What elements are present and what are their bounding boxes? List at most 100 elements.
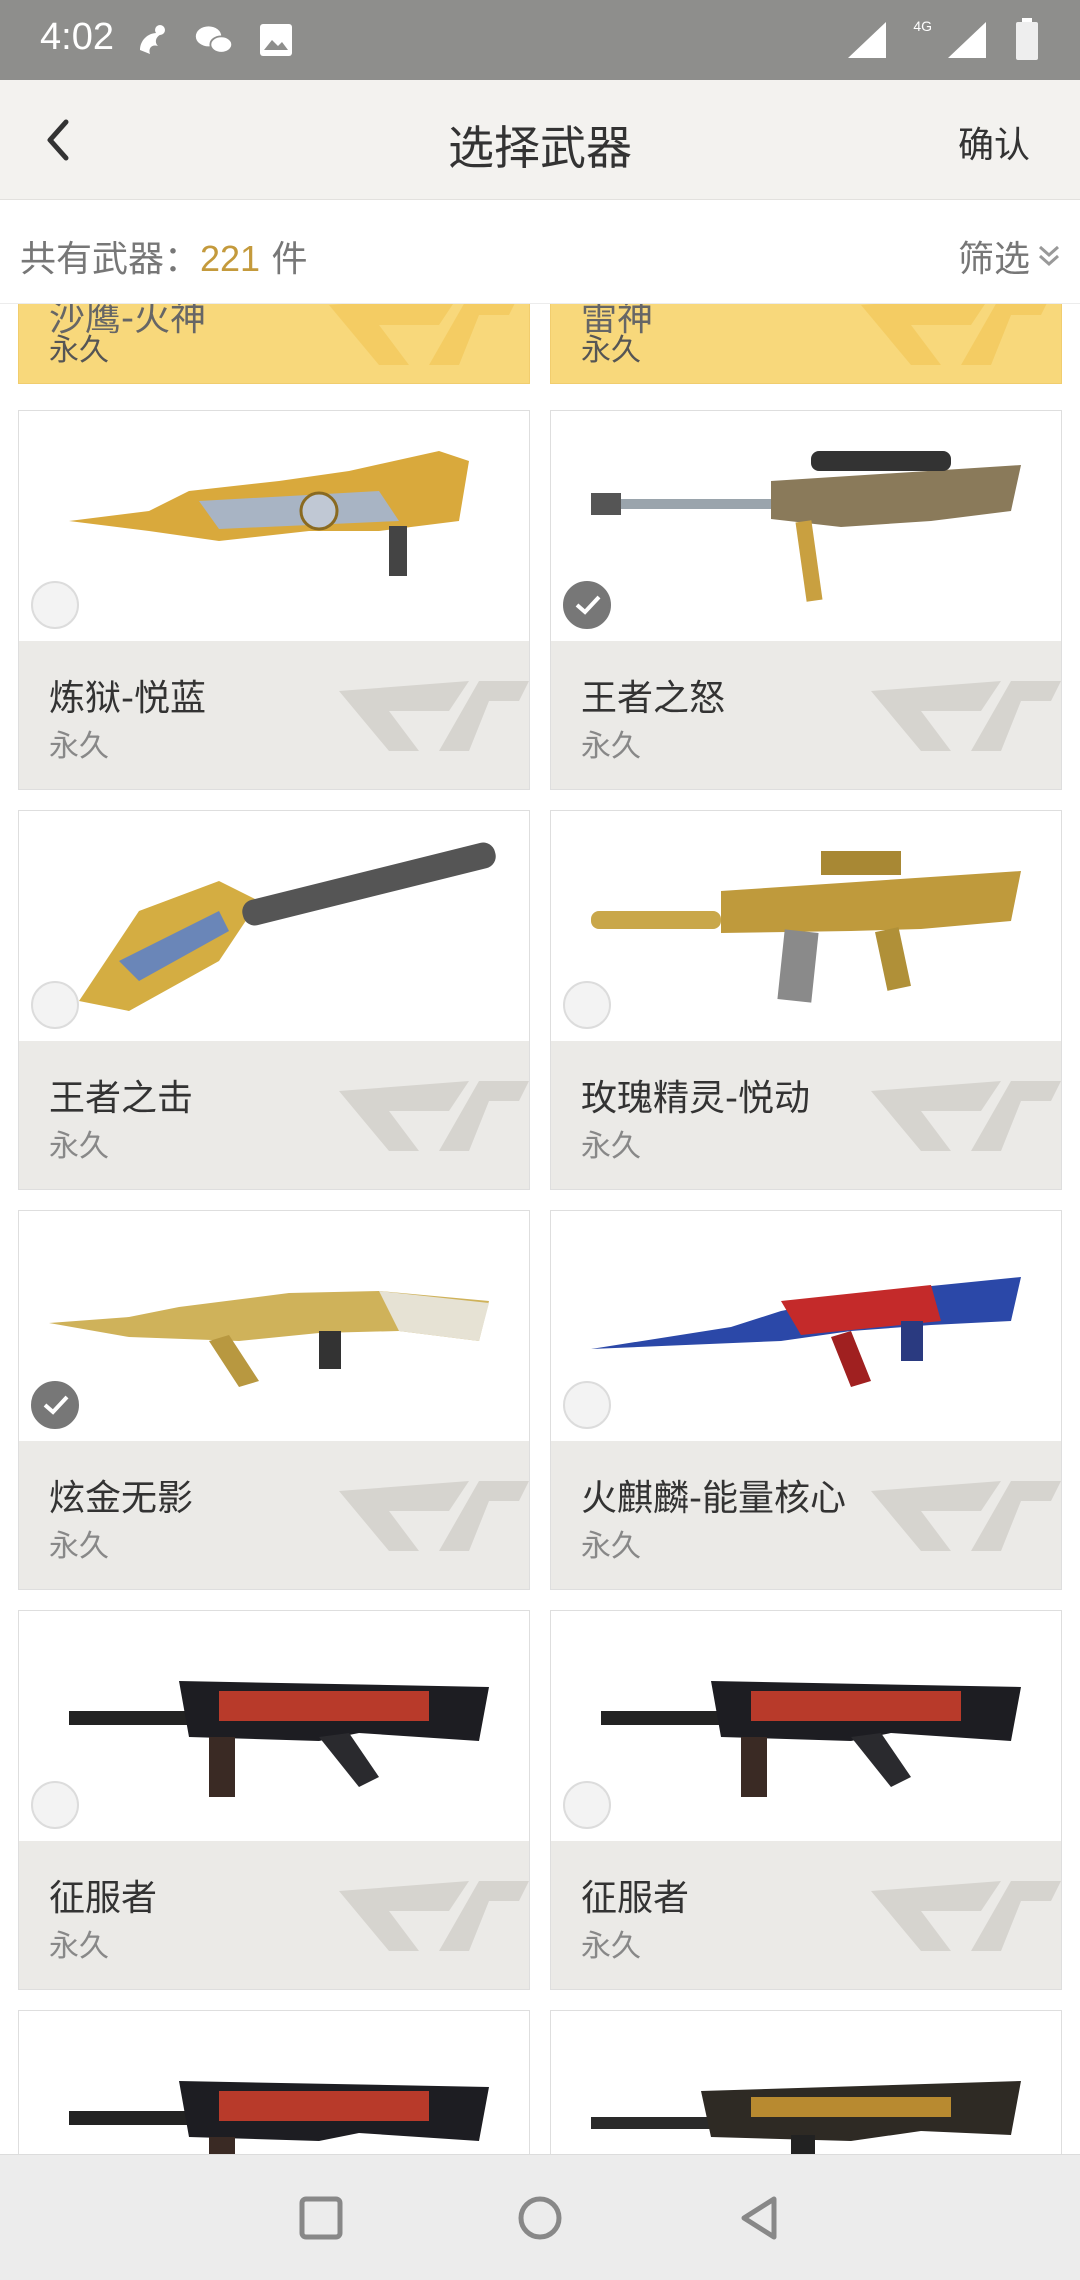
weapon-card[interactable]: 征服者 永久 — [18, 1610, 530, 1990]
gun-image-icon — [49, 1291, 489, 1387]
weapon-card[interactable]: 征服者 永久 — [550, 1610, 1062, 1990]
weapon-info: 火麒麟-能量核心 永久 — [551, 1441, 1061, 1589]
weapon-card[interactable] — [18, 2010, 530, 2154]
signal-4g-icon — [948, 22, 986, 58]
gun-image-icon — [69, 2081, 489, 2154]
page-title: 选择武器 — [448, 121, 632, 175]
weapon-image — [19, 411, 529, 641]
weapon-image — [19, 1211, 529, 1441]
gun-image-icon — [69, 1681, 489, 1797]
double-chevron-down-icon — [1039, 245, 1059, 267]
weapon-card[interactable]: 沙鹰-火神 永久 — [18, 304, 530, 384]
weapon-info: 王者之击 永久 — [19, 1041, 529, 1189]
weapon-info: 征服者 永久 — [19, 1841, 529, 1989]
weapon-name: 玫瑰精灵-悦动 — [581, 1078, 810, 1119]
checkmark-icon — [43, 1395, 69, 1415]
home-icon[interactable] — [515, 2193, 565, 2243]
cf-logo-icon — [871, 1881, 1061, 1951]
weapon-count-text: 共有武器：221 件 — [20, 230, 308, 282]
weapon-name: 炫金无影 — [49, 1478, 194, 1519]
weapon-name: 征服者 — [49, 1878, 158, 1919]
wechat-icon — [195, 26, 234, 54]
signal-icon — [848, 22, 886, 58]
cf-logo-icon — [339, 681, 529, 751]
back-nav-icon[interactable] — [734, 2193, 784, 2243]
weapon-count-suffix: 件 — [260, 239, 308, 280]
gun-image-icon — [591, 2081, 1021, 2154]
battery-icon — [1016, 18, 1038, 60]
cf-logo-icon — [339, 1481, 529, 1551]
weapon-info: 炫金无影 永久 — [19, 1441, 529, 1589]
system-nav-bar — [0, 2154, 1080, 2280]
cf-logo-icon — [861, 304, 1047, 365]
weapon-summary-bar: 共有武器：221 件 筛选 — [0, 200, 1080, 304]
weapon-count: 221 — [200, 238, 261, 279]
select-checkbox[interactable] — [563, 1781, 611, 1829]
weapon-card[interactable]: 王者之击 永久 — [18, 810, 530, 1190]
weapon-info: 炼狱-悦蓝 永久 — [19, 641, 529, 789]
weapon-card[interactable]: 炼狱-悦蓝 永久 — [18, 410, 530, 790]
weapon-image — [551, 1611, 1061, 1841]
weapon-duration: 永久 — [581, 1529, 641, 1564]
gun-image-icon — [591, 451, 1021, 602]
weapon-duration: 永久 — [581, 1929, 641, 1964]
shovel-image-icon — [79, 842, 496, 1011]
weapon-image — [551, 1211, 1061, 1441]
select-checkbox[interactable] — [31, 1781, 79, 1829]
network-label: 4G — [913, 18, 932, 34]
weapon-info: 玫瑰精灵-悦动 永久 — [551, 1041, 1061, 1189]
weapon-duration: 永久 — [49, 1529, 109, 1564]
weapon-grid: 沙鹰-火神 永久 雷神 永久 炼狱-悦蓝 永久 王者之怒 永久 王者之击 永久 … — [0, 304, 1080, 2154]
cf-logo-icon — [329, 304, 515, 365]
weapon-duration: 永久 — [49, 1129, 109, 1164]
weapon-image — [19, 2011, 529, 2154]
select-checkbox-checked[interactable] — [31, 1381, 79, 1429]
recent-apps-icon[interactable] — [296, 2193, 346, 2243]
weapon-duration: 永久 — [581, 1129, 641, 1164]
gallery-icon — [260, 24, 292, 56]
select-checkbox[interactable] — [31, 581, 79, 629]
cf-logo-icon — [871, 1081, 1061, 1151]
weapon-card[interactable] — [550, 2010, 1062, 2154]
checkmark-icon — [575, 595, 601, 615]
weapon-duration: 永久 — [49, 729, 109, 764]
weapon-image — [19, 811, 529, 1041]
weapon-duration: 永久 — [581, 729, 641, 764]
filter-button[interactable]: 筛选 — [958, 230, 1062, 282]
gun-image-icon — [69, 451, 469, 576]
weapon-duration: 永久 — [49, 1929, 109, 1964]
weapon-image — [551, 2011, 1061, 2154]
filter-label: 筛选 — [957, 239, 1030, 280]
cf-logo-icon — [871, 681, 1061, 751]
weapon-card[interactable]: 炫金无影 永久 — [18, 1210, 530, 1590]
weapon-info: 征服者 永久 — [551, 1841, 1061, 1989]
weapon-image — [551, 411, 1061, 641]
uc-browser-icon — [140, 25, 165, 54]
weapon-name: 征服者 — [581, 1878, 690, 1919]
weapon-name: 王者之击 — [49, 1078, 194, 1119]
gun-image-icon — [601, 1681, 1021, 1797]
weapon-count-prefix: 共有武器： — [20, 239, 201, 280]
select-checkbox[interactable] — [31, 981, 79, 1029]
cf-logo-icon — [339, 1081, 529, 1151]
weapon-card[interactable]: 火麒麟-能量核心 永久 — [550, 1210, 1062, 1590]
gun-image-icon — [591, 851, 1021, 1003]
weapon-duration: 永久 — [581, 333, 641, 368]
status-time: 4:02 — [40, 16, 114, 58]
weapon-card[interactable]: 玫瑰精灵-悦动 永久 — [550, 810, 1062, 1190]
select-checkbox[interactable] — [563, 981, 611, 1029]
weapon-image — [19, 1611, 529, 1841]
cf-logo-icon — [339, 1881, 529, 1951]
app-header: 选择武器 确认 — [0, 80, 1080, 200]
weapon-card[interactable]: 王者之怒 永久 — [550, 410, 1062, 790]
weapon-card[interactable]: 雷神 永久 — [550, 304, 1062, 384]
weapon-info: 王者之怒 永久 — [551, 641, 1061, 789]
weapon-duration: 永久 — [49, 333, 109, 368]
confirm-button[interactable]: 确认 — [958, 116, 1030, 168]
select-checkbox[interactable] — [563, 1381, 611, 1429]
status-bar: 4:02 4G — [0, 0, 1080, 80]
weapon-name: 炼狱-悦蓝 — [49, 678, 206, 719]
gun-image-icon — [591, 1277, 1021, 1387]
select-checkbox-checked[interactable] — [563, 581, 611, 629]
weapon-name: 火麒麟-能量核心 — [581, 1478, 846, 1519]
